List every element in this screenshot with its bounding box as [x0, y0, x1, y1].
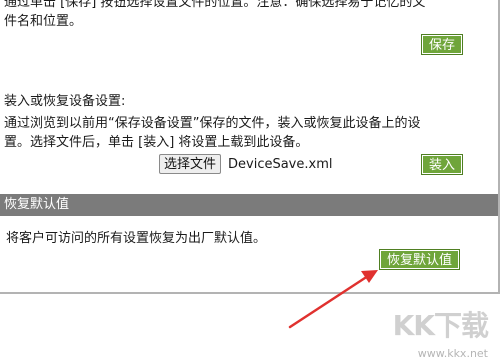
watermark-url: www.kkx.net: [417, 347, 488, 360]
arrow-shaft: [288, 274, 370, 329]
arrow-head: [361, 270, 378, 283]
site-watermark: KK下载 www.kkx.net: [374, 304, 492, 360]
watermark-logo: KK下载: [392, 309, 489, 342]
